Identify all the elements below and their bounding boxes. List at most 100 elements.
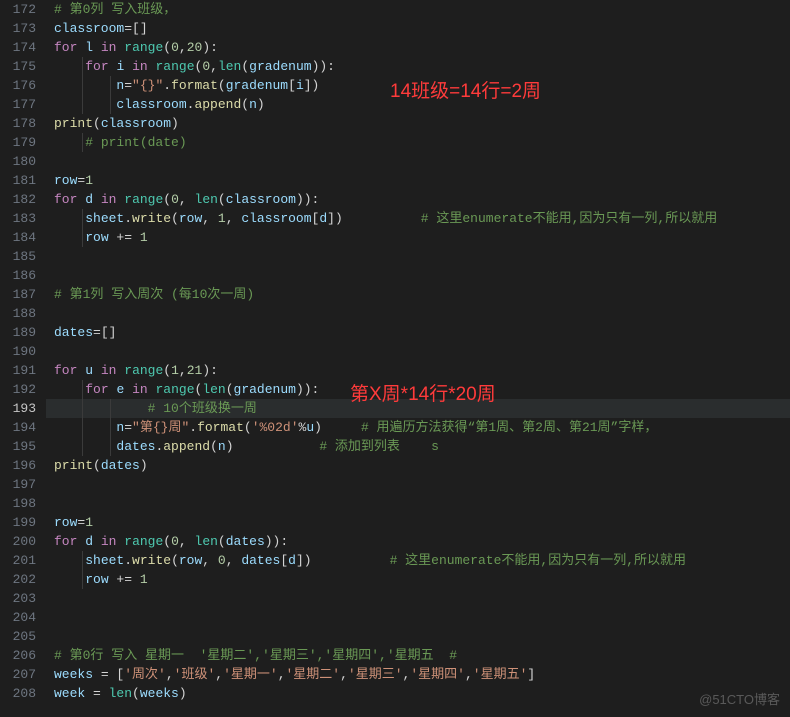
code-line[interactable]	[46, 589, 790, 608]
token-var: d	[319, 211, 327, 226]
indent-guide	[82, 437, 83, 456]
token-fn: write	[132, 553, 171, 568]
token-op: ,	[340, 667, 348, 682]
code-line[interactable]: n="{}".format(gradenum[i])	[46, 76, 790, 95]
token-op: ,	[226, 553, 242, 568]
code-line[interactable]	[46, 152, 790, 171]
code-line[interactable]: for d in range(0, len(dates)):	[46, 532, 790, 551]
code-line[interactable]	[46, 494, 790, 513]
token-var: l	[85, 40, 93, 55]
token-op: ,	[210, 59, 218, 74]
token-num: 1	[218, 211, 226, 226]
token-op: ,	[179, 363, 187, 378]
token-op	[93, 363, 101, 378]
code-line[interactable]: row += 1	[46, 570, 790, 589]
code-line[interactable]: # 第0行 写入 星期一 '星期二','星期三','星期四','星期五 #	[46, 646, 790, 665]
token-bi: range	[155, 382, 194, 397]
code-line[interactable]: dates.append(n) # 添加到列表 s	[46, 437, 790, 456]
line-number: 193	[0, 399, 46, 418]
token-bi: len	[109, 686, 132, 701]
token-fn: write	[132, 211, 171, 226]
code-line[interactable]: row += 1	[46, 228, 790, 247]
code-line[interactable]: # 10个班级换一周	[46, 399, 790, 418]
token-op	[93, 534, 101, 549]
token-bi: range	[155, 59, 194, 74]
token-num: 0	[171, 192, 179, 207]
code-line[interactable]: print(dates)	[46, 456, 790, 475]
code-line[interactable]: print(classroom)	[46, 114, 790, 133]
code-line[interactable]: sheet.write(row, 1, classroom[d]) # 这里en…	[46, 209, 790, 228]
line-number: 177	[0, 95, 46, 114]
token-str: '班级'	[174, 667, 216, 682]
token-op: = [	[93, 667, 124, 682]
line-number: 186	[0, 266, 46, 285]
token-cm: # print(date)	[85, 135, 186, 150]
token-op: (	[163, 192, 171, 207]
code-line[interactable]: sheet.write(row, 0, dates[d]) # 这里enumer…	[46, 551, 790, 570]
code-line[interactable]	[46, 608, 790, 627]
line-number: 196	[0, 456, 46, 475]
line-number: 200	[0, 532, 46, 551]
code-line[interactable]: for l in range(0,20):	[46, 38, 790, 57]
code-line[interactable]: # 第1列 写入周次 (每10次一周)	[46, 285, 790, 304]
indent-guide	[110, 76, 111, 95]
code-line[interactable]	[46, 342, 790, 361]
token-op: (	[171, 211, 179, 226]
code-line[interactable]	[46, 266, 790, 285]
code-line[interactable]: for e in range(len(gradenum)):	[46, 380, 790, 399]
line-number: 206	[0, 646, 46, 665]
indent-guide	[82, 399, 83, 418]
token-str: '周次'	[124, 667, 166, 682]
code-line[interactable]: for d in range(0, len(classroom)):	[46, 190, 790, 209]
code-line[interactable]: # 第0列 写入班级，	[46, 0, 790, 19]
code-line[interactable]: dates=[]	[46, 323, 790, 342]
code-line[interactable]: for i in range(0,len(gradenum)):	[46, 57, 790, 76]
code-line[interactable]: for u in range(1,21):	[46, 361, 790, 380]
code-line[interactable]: # print(date)	[46, 133, 790, 152]
token-kw: for	[85, 382, 108, 397]
line-number: 183	[0, 209, 46, 228]
indent-guide	[110, 399, 111, 418]
token-var: classroom	[54, 21, 124, 36]
indent-guide	[82, 380, 83, 399]
code-line[interactable]: weeks = ['周次','班级','星期一','星期二','星期三','星期…	[46, 665, 790, 684]
token-var: week	[54, 686, 85, 701]
code-line[interactable]: row=1	[46, 513, 790, 532]
token-num: 21	[187, 363, 203, 378]
code-line[interactable]	[46, 475, 790, 494]
code-line[interactable]	[46, 247, 790, 266]
token-fn: append	[194, 97, 241, 112]
token-kw: for	[54, 192, 77, 207]
code-editor[interactable]: 1721731741751761771781791801811821831841…	[0, 0, 790, 703]
code-line[interactable]: n="第{}周".format('%02d'%u) # 用遍历方法获得“第1周、…	[46, 418, 790, 437]
line-number: 204	[0, 608, 46, 627]
token-op: ,	[215, 667, 223, 682]
indent-guide	[82, 551, 83, 570]
code-area[interactable]: # 第0列 写入班级，classroom=[]for l in range(0,…	[46, 0, 790, 703]
token-bi: range	[124, 192, 163, 207]
token-kw: in	[101, 192, 117, 207]
code-line[interactable]: classroom.append(n)	[46, 95, 790, 114]
code-line[interactable]: classroom=[]	[46, 19, 790, 38]
line-number: 199	[0, 513, 46, 532]
token-op: [	[288, 78, 296, 93]
code-line[interactable]: row=1	[46, 171, 790, 190]
token-var: d	[85, 534, 93, 549]
token-str: '星期五'	[473, 667, 528, 682]
token-str: '星期四'	[410, 667, 465, 682]
token-fn: format	[171, 78, 218, 93]
code-line[interactable]	[46, 304, 790, 323]
line-number: 208	[0, 684, 46, 703]
token-kw: in	[132, 59, 148, 74]
indent-guide	[110, 418, 111, 437]
token-op: (	[218, 534, 226, 549]
token-num: 1	[85, 173, 93, 188]
token-var: dates	[101, 458, 140, 473]
token-kw: for	[54, 363, 77, 378]
token-op: ,	[202, 211, 218, 226]
line-number: 190	[0, 342, 46, 361]
token-op: ,	[179, 534, 195, 549]
token-op: (	[163, 363, 171, 378]
code-line[interactable]	[46, 627, 790, 646]
code-line[interactable]: week = len(weeks)	[46, 684, 790, 703]
